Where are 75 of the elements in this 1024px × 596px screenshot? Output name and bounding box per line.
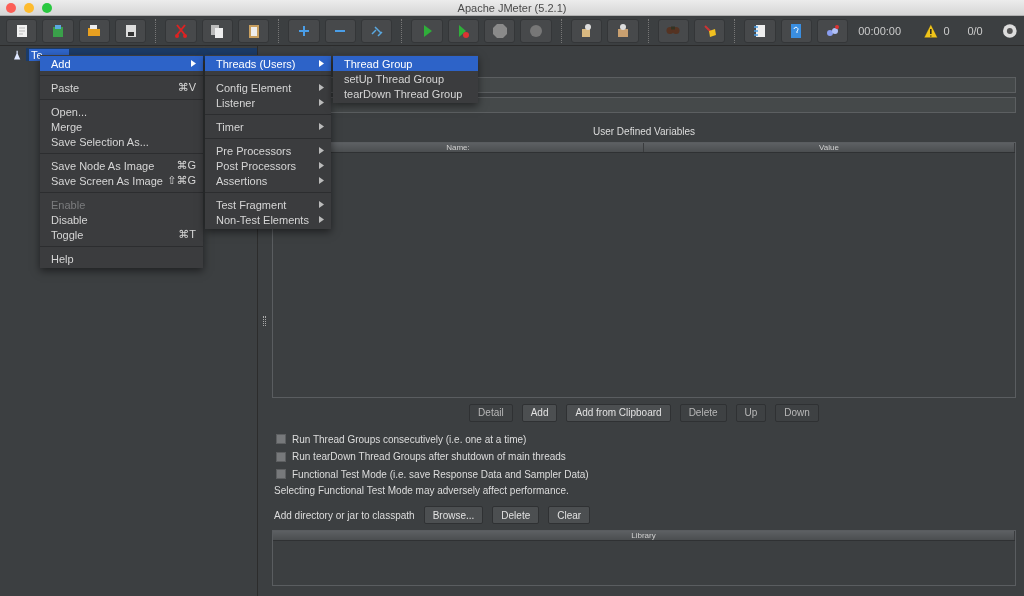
classpath-button[interactable]: Delete <box>492 506 540 524</box>
window-title: Apache JMeter (5.2.1) <box>457 1 567 14</box>
toolbar-button[interactable] <box>744 18 776 43</box>
checkbox[interactable] <box>276 451 286 462</box>
menu-item[interactable]: Assertions <box>205 173 331 188</box>
menu-item[interactable]: setUp Thread Group <box>333 71 478 86</box>
menu-item[interactable]: Help <box>40 251 203 266</box>
classpath-button[interactable]: Clear <box>548 506 591 524</box>
menu-item[interactable]: Config Element <box>205 80 331 95</box>
checkbox-label: Functional Test Mode (i.e. save Response Data and Sampler Data) <box>292 468 589 480</box>
classpath-label: Add directory or jar to classpath <box>274 509 415 521</box>
menu-item[interactable]: Non-Test Elements <box>205 212 331 227</box>
submenu-arrow-icon <box>319 147 324 154</box>
binoculars-icon <box>666 26 681 35</box>
submenu-arrow-icon <box>319 216 324 223</box>
toolbar-button[interactable] <box>693 18 726 43</box>
minus-icon <box>334 28 347 33</box>
menu-item[interactable]: Open... <box>40 104 203 119</box>
network-icon <box>824 22 841 39</box>
submenu-arrow-icon <box>319 177 324 184</box>
toolbar-button[interactable] <box>78 18 111 43</box>
toolbar-button[interactable] <box>201 18 234 43</box>
elapsed-time: 00:00:00 <box>858 24 902 37</box>
scissors-icon <box>173 22 190 39</box>
menu-item[interactable]: Paste ⌘V <box>40 80 203 95</box>
checkbox[interactable] <box>276 434 286 445</box>
submenu-arrow-icon <box>319 201 324 208</box>
submenu-arrow-icon <box>319 84 324 91</box>
menu-item[interactable]: Merge <box>40 119 203 134</box>
stop-icon <box>491 22 508 39</box>
classpath-button[interactable]: Browse... <box>423 506 484 524</box>
submenu-arrow-icon <box>319 99 324 106</box>
menu-item[interactable]: Thread Group <box>333 56 478 71</box>
menu-item[interactable]: Test Fragment <box>205 197 331 212</box>
column-header[interactable]: Value <box>644 143 1015 152</box>
toolbar-button[interactable] <box>42 18 74 43</box>
checkbox-label: Run tearDown Thread Groups after shutdown of main threads <box>292 451 566 463</box>
table-button[interactable]: Add from Clipboard <box>566 403 671 422</box>
toolbar-button[interactable] <box>570 18 603 43</box>
list-icon <box>751 22 768 39</box>
toolbar-button[interactable] <box>607 18 639 43</box>
menu-item[interactable]: Toggle ⌘T <box>40 227 203 242</box>
menu-item[interactable]: Threads (Users) <box>205 56 331 71</box>
toolbar-button[interactable] <box>238 18 270 43</box>
copy-icon <box>209 22 226 39</box>
menu-item[interactable]: Add <box>40 56 203 71</box>
warning-icon <box>922 22 939 39</box>
toolbar-button[interactable] <box>6 18 38 43</box>
submenu-arrow-icon <box>191 60 196 67</box>
menu-item[interactable]: Timer <box>205 119 331 134</box>
section-title: User Defined Variables <box>592 126 696 137</box>
splitter-grip[interactable] <box>262 316 266 326</box>
submenu-arrow-icon <box>319 162 324 169</box>
column-header[interactable]: Library <box>273 531 1015 540</box>
checkbox[interactable] <box>276 469 286 480</box>
thread-count: 0/0 <box>967 24 983 37</box>
warning-count: 0 <box>943 24 950 37</box>
menu-item[interactable]: Post Processors <box>205 158 331 173</box>
toolbar-button[interactable] <box>115 18 147 43</box>
menu-item[interactable]: Save Screen As Image ⇧⌘G <box>40 173 203 188</box>
checkbox-label: Run Thread Groups consecutively (i.e. one at a time) <box>292 433 527 445</box>
menu-item[interactable]: tearDown Thread Group <box>333 86 478 101</box>
close-icon[interactable] <box>6 3 16 13</box>
menu-item[interactable]: Listener <box>205 95 331 110</box>
submenu-arrow-icon <box>319 60 324 67</box>
menu-item[interactable]: Save Selection As... <box>40 134 203 149</box>
table-button[interactable]: Add <box>521 403 558 422</box>
submenu-arrow-icon <box>319 123 324 130</box>
note-text: Selecting Functional Test Mode may adversely affect performance. <box>273 484 570 498</box>
menu-item[interactable]: Save Node As Image ⌘G <box>40 158 203 173</box>
folder-icon <box>86 22 103 39</box>
menu-item[interactable]: Disable <box>40 212 203 227</box>
circle-icon <box>528 22 545 39</box>
toolbar-button[interactable] <box>816 18 849 43</box>
package-icon <box>50 22 66 39</box>
